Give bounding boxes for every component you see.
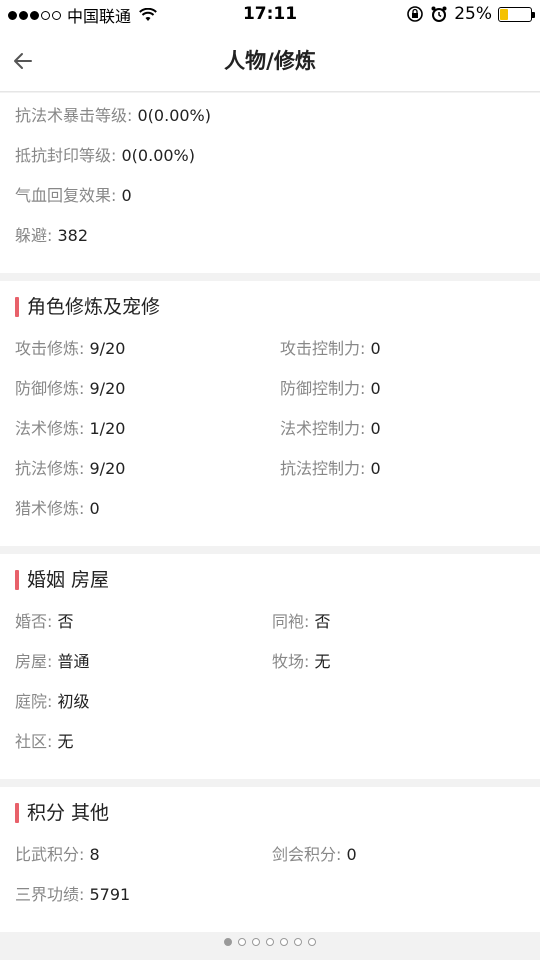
attribute-row: 躲避: 382 bbox=[15, 223, 88, 249]
battery-icon bbox=[498, 6, 535, 22]
cultivation-value: 9/20 bbox=[89, 339, 126, 358]
control-row: 抗法控制力: 0 bbox=[280, 456, 381, 482]
marriage-label: 社区: bbox=[15, 732, 53, 751]
marriage-label: 牧场: bbox=[272, 652, 310, 671]
battery-fill bbox=[500, 8, 508, 20]
page-dot[interactable] bbox=[294, 938, 302, 946]
cultivation-label: 攻击修炼: bbox=[15, 339, 85, 358]
control-value: 0 bbox=[370, 419, 381, 438]
control-label: 抗法控制力: bbox=[280, 459, 366, 478]
points-value: 5791 bbox=[89, 885, 131, 904]
page-dot[interactable] bbox=[308, 938, 316, 946]
points-label: 比武积分: bbox=[15, 845, 85, 864]
points-value: 8 bbox=[89, 845, 100, 864]
attribute-row: 气血回复效果: 0 bbox=[15, 183, 132, 209]
cultivation-row: 抗法修炼: 9/20 bbox=[15, 456, 125, 482]
attribute-label: 气血回复效果: bbox=[15, 186, 117, 205]
points-row: 三界功绩: 5791 bbox=[15, 882, 130, 908]
page-dot[interactable] bbox=[238, 938, 246, 946]
marriage-value: 普通 bbox=[57, 652, 90, 671]
page-indicator bbox=[0, 932, 540, 952]
cultivation-card: 角色修炼及宠修 攻击修炼: 9/20 防御修炼: 9/20 法术修炼: 1/20… bbox=[0, 281, 540, 546]
cultivation-label: 法术修炼: bbox=[15, 419, 85, 438]
status-right: 25% bbox=[406, 4, 535, 24]
attributes-card: 抗法术暴击等级: 0(0.00%) 抵抗封印等级: 0(0.00%) 气血回复效… bbox=[0, 93, 540, 273]
attribute-value: 0(0.00%) bbox=[137, 106, 212, 125]
marriage-value: 初级 bbox=[57, 692, 90, 711]
control-value: 0 bbox=[370, 459, 381, 478]
page-dot[interactable] bbox=[266, 938, 274, 946]
attribute-label: 抵抗封印等级: bbox=[15, 146, 117, 165]
cultivation-row: 法术修炼: 1/20 bbox=[15, 416, 125, 442]
marriage-value: 否 bbox=[314, 612, 331, 631]
points-row: 剑会积分: 0 bbox=[272, 842, 357, 868]
marriage-row: 房屋: 普通 bbox=[15, 649, 90, 675]
section-title-cultivation: 角色修炼及宠修 bbox=[15, 294, 160, 320]
attribute-value: 0(0.00%) bbox=[121, 146, 196, 165]
cultivation-label: 抗法修炼: bbox=[15, 459, 85, 478]
attribute-label: 抗法术暴击等级: bbox=[15, 106, 133, 125]
attribute-row: 抗法术暴击等级: 0(0.00%) bbox=[15, 103, 211, 129]
marriage-label: 同袍: bbox=[272, 612, 310, 631]
alarm-icon bbox=[431, 6, 447, 22]
control-label: 法术控制力: bbox=[280, 419, 366, 438]
cultivation-value: 9/20 bbox=[89, 379, 126, 398]
marriage-label: 房屋: bbox=[15, 652, 53, 671]
page-title: 人物/修炼 bbox=[224, 49, 316, 73]
cultivation-row: 攻击修炼: 9/20 bbox=[15, 336, 125, 362]
control-label: 防御控制力: bbox=[280, 379, 366, 398]
attribute-label: 躲避: bbox=[15, 226, 53, 245]
marriage-house-card: 婚姻 房屋 婚否: 否 房屋: 普通 庭院: 初级 社区: 无 同袍: 否 牧场… bbox=[0, 554, 540, 779]
control-row: 防御控制力: 0 bbox=[280, 376, 381, 402]
cultivation-label: 猎术修炼: bbox=[15, 499, 85, 518]
marriage-label: 庭院: bbox=[15, 692, 53, 711]
cultivation-row: 防御修炼: 9/20 bbox=[15, 376, 125, 402]
battery-percent: 25% bbox=[454, 4, 492, 24]
marriage-value: 无 bbox=[57, 732, 74, 751]
control-value: 0 bbox=[370, 339, 381, 358]
points-row: 比武积分: 8 bbox=[15, 842, 100, 868]
points-value: 0 bbox=[346, 845, 357, 864]
cultivation-value: 1/20 bbox=[89, 419, 126, 438]
marriage-value: 否 bbox=[57, 612, 74, 631]
points-label: 剑会积分: bbox=[272, 845, 342, 864]
rotation-lock-icon bbox=[407, 6, 424, 22]
section-title-marriage: 婚姻 房屋 bbox=[15, 567, 109, 593]
marriage-value: 无 bbox=[314, 652, 331, 671]
marriage-row: 社区: 无 bbox=[15, 729, 74, 755]
battery-cap bbox=[532, 11, 535, 18]
attribute-value: 0 bbox=[121, 186, 132, 205]
section-title-points: 积分 其他 bbox=[15, 800, 109, 826]
marriage-row: 婚否: 否 bbox=[15, 609, 74, 635]
cultivation-label: 防御修炼: bbox=[15, 379, 85, 398]
navigation-bar: 人物/修炼 bbox=[0, 30, 540, 92]
marriage-row: 牧场: 无 bbox=[272, 649, 331, 675]
cultivation-value: 9/20 bbox=[89, 459, 126, 478]
status-bar: 中国联通 17:11 25% bbox=[0, 0, 540, 30]
marriage-label: 婚否: bbox=[15, 612, 53, 631]
page-dot[interactable] bbox=[280, 938, 288, 946]
points-card: 积分 其他 比武积分: 8 三界功绩: 5791 剑会积分: 0 bbox=[0, 787, 540, 932]
page-dot[interactable] bbox=[252, 938, 260, 946]
marriage-row: 庭院: 初级 bbox=[15, 689, 90, 715]
control-label: 攻击控制力: bbox=[280, 339, 366, 358]
points-label: 三界功绩: bbox=[15, 885, 85, 904]
control-value: 0 bbox=[370, 379, 381, 398]
control-row: 攻击控制力: 0 bbox=[280, 336, 381, 362]
cultivation-row: 猎术修炼: 0 bbox=[15, 496, 100, 522]
page-dot[interactable] bbox=[224, 938, 232, 946]
cultivation-value: 0 bbox=[89, 499, 100, 518]
attribute-value: 382 bbox=[57, 226, 89, 245]
control-row: 法术控制力: 0 bbox=[280, 416, 381, 442]
marriage-row: 同袍: 否 bbox=[272, 609, 331, 635]
attribute-row: 抵抗封印等级: 0(0.00%) bbox=[15, 143, 195, 169]
